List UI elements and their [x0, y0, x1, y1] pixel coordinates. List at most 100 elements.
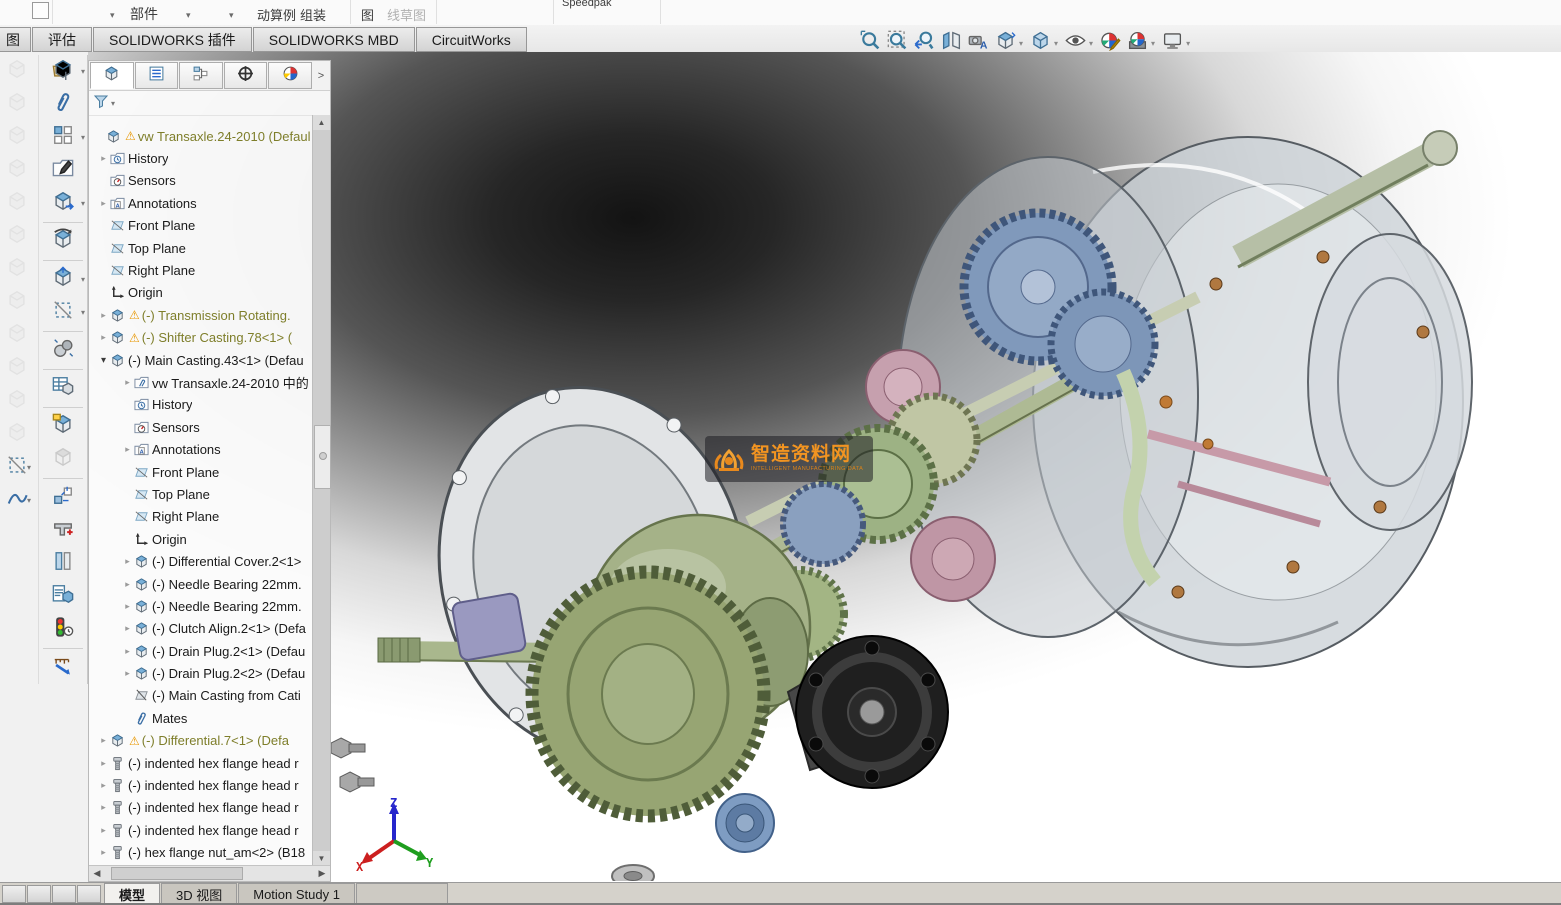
model-ring-gear[interactable]: [532, 572, 764, 816]
ribbon-frag-view[interactable]: 图: [361, 5, 374, 24]
scrollbar-thumb[interactable]: [111, 867, 243, 880]
tree-item[interactable]: (-) Main Casting from Cati: [89, 685, 313, 707]
model-hex-bolts[interactable]: [331, 738, 374, 792]
tree-vertical-scrollbar[interactable]: ▲ ▼: [312, 115, 330, 866]
bill-of-materials-button[interactable]: [39, 372, 87, 405]
expand-arrow-icon[interactable]: ▸: [121, 601, 134, 612]
tree-item[interactable]: Sensors: [89, 416, 313, 438]
reference-plane-button[interactable]: ▾: [39, 296, 87, 329]
large-assembly-mode-button[interactable]: [39, 547, 87, 580]
tree-item[interactable]: ▸⚠(-) Shifter Casting.78<1> (: [89, 327, 313, 349]
ribbon-frag-assemble[interactable]: 组装: [300, 5, 326, 24]
dropdown-caret-icon[interactable]: ▾: [1054, 39, 1058, 48]
command-tab-3[interactable]: SOLIDWORKS 插件: [93, 27, 252, 52]
expand-arrow-icon[interactable]: ▸: [97, 847, 110, 858]
tree-item[interactable]: ▸History: [89, 147, 313, 169]
expand-arrow-icon[interactable]: ▸: [97, 802, 110, 813]
tree-item[interactable]: ▸(-) Needle Bearing 22mm.: [89, 595, 313, 617]
tree-item[interactable]: Right Plane: [89, 506, 313, 528]
tree-item[interactable]: ▸⚠(-) Transmission Rotating.: [89, 304, 313, 326]
performance-evaluation-button[interactable]: [39, 613, 87, 646]
displaymanager-tab[interactable]: [268, 62, 312, 89]
assembly-visualization-button[interactable]: [39, 580, 87, 613]
expand-arrow-icon[interactable]: ▸: [121, 444, 134, 455]
expand-arrow-icon[interactable]: ▸: [97, 758, 110, 769]
document-tab[interactable]: Motion Study 1: [238, 883, 355, 904]
exploded-view-button[interactable]: [39, 481, 87, 514]
component-pattern-button[interactable]: ▾: [39, 121, 87, 154]
expand-arrow-icon[interactable]: ▸: [121, 668, 134, 679]
expand-arrow-icon[interactable]: ▸: [121, 579, 134, 590]
configurationmanager-tab[interactable]: [179, 62, 223, 89]
tree-item[interactable]: ▸(-) indented hex flange head r: [89, 774, 313, 796]
scrollbar-thumb[interactable]: [314, 425, 331, 489]
tree-item[interactable]: ▸(-) Needle Bearing 22mm.: [89, 573, 313, 595]
tree-item[interactable]: ▸(-) indented hex flange head r: [89, 752, 313, 774]
dropdown-caret-icon[interactable]: ▾: [1186, 39, 1190, 48]
dropdown-caret-icon[interactable]: ▾: [27, 496, 31, 505]
interference-detection-button[interactable]: [39, 514, 87, 547]
ribbon-caret[interactable]: ▾: [229, 10, 234, 21]
dropdown-caret-icon[interactable]: ▾: [81, 67, 85, 76]
tree-item[interactable]: ▸(-) Drain Plug.2<1> (Defau: [89, 640, 313, 662]
dropdown-caret-icon[interactable]: ▾: [81, 133, 85, 142]
expand-arrow-icon[interactable]: ▸: [97, 332, 110, 343]
copy-with-mates-button[interactable]: ▾: [39, 187, 87, 220]
command-tab-4[interactable]: SOLIDWORKS MBD: [253, 27, 415, 52]
dropdown-caret-icon[interactable]: ▾: [81, 199, 85, 208]
rotate-component-button[interactable]: [39, 225, 87, 258]
dropdown-caret-icon[interactable]: ▾: [1089, 39, 1093, 48]
ribbon-frag-motion-study[interactable]: 动算例: [257, 5, 296, 24]
dropdown-caret-icon[interactable]: ▾: [81, 308, 85, 317]
expand-arrow-icon[interactable]: ▸: [97, 780, 110, 791]
filter-funnel-icon[interactable]: [93, 93, 109, 114]
filter-caret-icon[interactable]: ▾: [111, 99, 115, 108]
dimxpert-tab[interactable]: [224, 62, 268, 89]
expand-arrow-icon[interactable]: ▸: [97, 198, 110, 209]
mate-button[interactable]: [39, 88, 87, 121]
ribbon-caret[interactable]: ▾: [186, 10, 191, 21]
spline-tool-button[interactable]: ▾: [0, 484, 33, 517]
tree-item[interactable]: ▸(-) Drain Plug.2<2> (Defau: [89, 662, 313, 684]
tree-item[interactable]: Sensors: [89, 170, 313, 192]
featuremanager-tab[interactable]: [90, 62, 134, 89]
tree-item[interactable]: Front Plane: [89, 215, 313, 237]
last-sheet-button[interactable]: [77, 885, 101, 903]
show-hidden-components-button[interactable]: [39, 410, 87, 443]
dropdown-caret-icon[interactable]: ▾: [1019, 39, 1023, 48]
expand-arrow-icon[interactable]: ▸: [97, 153, 110, 164]
reference-geometry-button[interactable]: ▾: [0, 451, 33, 484]
tree-item[interactable]: History: [89, 394, 313, 416]
tree-item[interactable]: ▸AAnnotations: [89, 192, 313, 214]
expand-arrow-icon[interactable]: ▸: [121, 623, 134, 634]
expand-arrow-icon[interactable]: ▸: [121, 556, 134, 567]
scroll-down-icon[interactable]: ▼: [313, 851, 330, 866]
tree-item[interactable]: Top Plane: [89, 237, 313, 259]
document-tab[interactable]: 模型: [104, 883, 160, 904]
scroll-left-icon[interactable]: ◀: [89, 868, 105, 879]
dropdown-caret-icon[interactable]: ▾: [27, 463, 31, 472]
ribbon-frag-component[interactable]: 部件: [130, 4, 158, 24]
expand-arrow-icon[interactable]: ▸: [97, 310, 110, 321]
measure-button[interactable]: [39, 651, 87, 684]
tree-item[interactable]: Origin: [89, 282, 313, 304]
tree-item[interactable]: ▸(-) indented hex flange head r: [89, 819, 313, 841]
tree-item[interactable]: ▾(-) Main Casting.43<1> (Defau: [89, 349, 313, 371]
command-tab-2[interactable]: 评估: [32, 27, 92, 52]
scroll-right-icon[interactable]: ▶: [314, 868, 330, 879]
model-bushing[interactable]: [716, 794, 774, 852]
tree-item[interactable]: Right Plane: [89, 259, 313, 281]
tree-item[interactable]: ▸(-) Differential Cover.2<1>: [89, 550, 313, 572]
tree-item[interactable]: Mates: [89, 707, 313, 729]
dropdown-caret-icon[interactable]: ▾: [81, 275, 85, 284]
assembly-features-button[interactable]: [39, 334, 87, 367]
tree-item[interactable]: ▸(-) indented hex flange head r: [89, 797, 313, 819]
move-component-button[interactable]: ▾: [39, 263, 87, 296]
insert-components-button[interactable]: ▾: [39, 55, 87, 88]
tree-horizontal-scrollbar[interactable]: ◀ ▶: [89, 865, 330, 881]
tree-item[interactable]: Top Plane: [89, 483, 313, 505]
scroll-up-icon[interactable]: ▲: [313, 115, 330, 130]
tree-item[interactable]: ▸(-) hex flange nut_am<2> (B18: [89, 842, 313, 864]
propertymanager-tab[interactable]: [135, 62, 179, 89]
expand-arrow-icon[interactable]: ▸: [121, 646, 134, 657]
